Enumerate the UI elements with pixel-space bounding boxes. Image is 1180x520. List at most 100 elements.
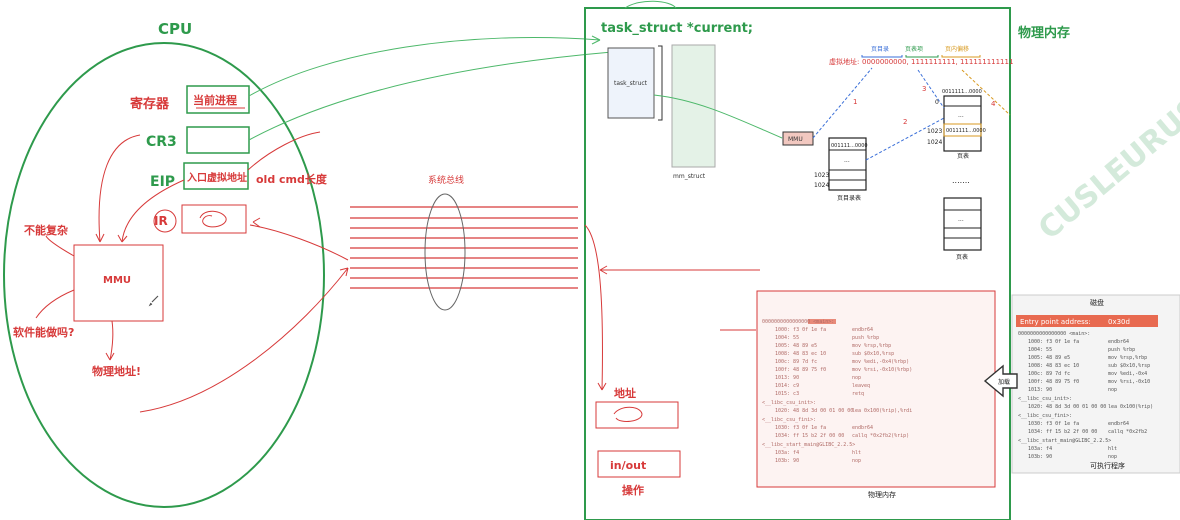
page-table-1-row-1: 1023 bbox=[927, 128, 942, 135]
eip-note: old cmd长度 bbox=[256, 172, 328, 186]
disk-entry-label: Entry point address: bbox=[1020, 318, 1091, 326]
svg-text:100f: 48 89 75 f0: 100f: 48 89 75 f0 bbox=[775, 367, 826, 373]
svg-text:1008: 48 83 ec 10: 1008: 48 83 ec 10 bbox=[775, 351, 826, 357]
svg-text:lea 0x100(%rip): lea 0x100(%rip) bbox=[1108, 404, 1153, 410]
mmu-small-label: MMU bbox=[788, 136, 803, 143]
page-directory-top: 001111...0000 bbox=[831, 143, 868, 149]
page-table-2-middle: ... bbox=[958, 216, 964, 223]
svg-text:<__libc_csu_fini>:: <__libc_csu_fini>: bbox=[762, 417, 816, 423]
page-table-2-label: 页表 bbox=[956, 253, 968, 261]
svg-text:endbr64: endbr64 bbox=[1108, 339, 1129, 345]
svg-text:callq *0x2fb2(%rip): callq *0x2fb2(%rip) bbox=[852, 433, 909, 439]
svg-text:mov %rsp,%rbp: mov %rsp,%rbp bbox=[1108, 355, 1147, 361]
load-label: 加载 bbox=[998, 378, 1010, 386]
eip-label: EIP bbox=[150, 174, 175, 190]
svg-text:1000: f3 0f 1e fa: 1000: f3 0f 1e fa bbox=[775, 327, 826, 333]
svg-text:1008: 48 83 ec 10: 1008: 48 83 ec 10 bbox=[1028, 363, 1079, 369]
address-label: 地址 bbox=[614, 386, 636, 400]
va-header-1: 页表项 bbox=[905, 45, 923, 53]
svg-text:hlt: hlt bbox=[1108, 446, 1117, 452]
svg-text:1000: f3 0f 1e fa: 1000: f3 0f 1e fa bbox=[1028, 339, 1079, 345]
address-scribble bbox=[613, 406, 643, 422]
disk-entry-value: 0x30d bbox=[1108, 318, 1130, 326]
svg-text:1013: 90: 1013: 90 bbox=[1028, 387, 1052, 393]
arrow-number-4: 4 bbox=[991, 100, 996, 108]
note-physical-address: 物理地址! bbox=[92, 364, 141, 378]
page-table-1-row-value: 0011111...0000 bbox=[946, 128, 986, 134]
page-directory-middle: ... bbox=[844, 157, 850, 164]
svg-text:1015: c3: 1015: c3 bbox=[775, 391, 799, 397]
diagram-canvas: CPU 寄存器 当前进程 CR3 EIP 入口虚拟地址 old cmd长度 IR… bbox=[3, 0, 1180, 520]
register-value: 当前进程 bbox=[193, 93, 237, 107]
svg-text:callq *0x2fb2: callq *0x2fb2 bbox=[1108, 429, 1147, 435]
task-struct-box-label: task_struct bbox=[614, 80, 648, 87]
svg-text:100c: 89 7d fc: 100c: 89 7d fc bbox=[775, 359, 817, 365]
svg-text:103b: 90: 103b: 90 bbox=[775, 458, 799, 464]
inout-label: in/out bbox=[610, 459, 646, 472]
svg-text:mov %rsi,-0x10(%rbp): mov %rsi,-0x10(%rbp) bbox=[852, 367, 912, 373]
svg-text:1005: 48 89 e5: 1005: 48 89 e5 bbox=[1028, 355, 1070, 361]
page-directory-row-1: 1024 bbox=[814, 182, 829, 189]
operation-label: 操作 bbox=[622, 483, 644, 497]
mm-struct-box-label: mm_struct bbox=[673, 173, 706, 180]
svg-text:hlt: hlt bbox=[852, 450, 861, 456]
svg-text:1034: ff 15 b2 2f 00 00: 1034: ff 15 b2 2f 00 00 bbox=[775, 433, 844, 439]
page-table-2 bbox=[943, 197, 982, 251]
system-bus-ellipse bbox=[424, 193, 466, 311]
memory-panel-label: 物理内存 bbox=[868, 490, 896, 499]
cpu-title: CPU bbox=[158, 20, 192, 38]
page-table-1-top: 0011111...0000 bbox=[942, 89, 982, 95]
svg-text:<__libc_csu_init>:: <__libc_csu_init>: bbox=[762, 400, 816, 406]
mmu-label: MMU bbox=[103, 275, 131, 286]
svg-text:mov %rsp,%rbp: mov %rsp,%rbp bbox=[852, 343, 891, 349]
svg-text:lea 0x100(%rip),%rdi: lea 0x100(%rip),%rdi bbox=[852, 408, 912, 414]
svg-text:endbr64: endbr64 bbox=[852, 425, 873, 431]
svg-text:1004: 55: 1004: 55 bbox=[1028, 347, 1052, 353]
task-struct-title: task_struct *current; bbox=[601, 21, 753, 36]
va-header-2: 页内偏移 bbox=[945, 45, 969, 53]
address-box bbox=[595, 401, 679, 429]
svg-text:100f: 48 89 75 f0: 100f: 48 89 75 f0 bbox=[1028, 379, 1079, 385]
tables-ellipsis: ....... bbox=[952, 176, 970, 185]
disk-title: 磁盘 bbox=[1090, 298, 1104, 307]
svg-text:1020: 48 8d 3d 00 01 00 00: 1020: 48 8d 3d 00 01 00 00 bbox=[775, 408, 853, 414]
arrow-number-3: 3 bbox=[922, 85, 926, 93]
mm-struct-box bbox=[671, 44, 716, 168]
eip-value: 入口虚拟地址 bbox=[187, 171, 247, 184]
svg-text:<__libc_csu_fini>:: <__libc_csu_fini>: bbox=[1018, 413, 1072, 419]
svg-text:1013: 90: 1013: 90 bbox=[775, 375, 799, 381]
svg-text:nop: nop bbox=[852, 375, 861, 381]
svg-text:retq: retq bbox=[852, 391, 864, 397]
svg-text:<__libc_csu_init>:: <__libc_csu_init>: bbox=[1018, 396, 1072, 402]
svg-text:100c: 89 7d fc: 100c: 89 7d fc bbox=[1028, 371, 1070, 377]
ir-box bbox=[181, 204, 247, 234]
page-directory-row-0: 1023 bbox=[814, 172, 829, 179]
svg-text:0000000000000000 <main>:: 0000000000000000 <main>: bbox=[1018, 331, 1090, 337]
svg-text:sub $0x10,%rsp: sub $0x10,%rsp bbox=[852, 351, 894, 357]
svg-text:nop: nop bbox=[1108, 387, 1117, 393]
svg-text:nop: nop bbox=[852, 458, 861, 464]
svg-text:1030: f3 0f 1e fa: 1030: f3 0f 1e fa bbox=[775, 425, 826, 431]
register-label: 寄存器 bbox=[130, 96, 170, 112]
svg-text:<__libc_start_main@GLIBC_2.2.5: <__libc_start_main@GLIBC_2.2.5> bbox=[1018, 438, 1111, 444]
svg-text:1004: 55: 1004: 55 bbox=[775, 335, 799, 341]
svg-text:push %rbp: push %rbp bbox=[1108, 347, 1135, 353]
disk-panel-label: 可执行程序 bbox=[1090, 461, 1125, 470]
svg-text:1005: 48 89 e5: 1005: 48 89 e5 bbox=[775, 343, 817, 349]
note-not-complex: 不能复杂 bbox=[24, 223, 68, 237]
cr3-box bbox=[186, 126, 250, 154]
pencil-icon bbox=[148, 295, 159, 307]
system-bus-label: 系统总线 bbox=[428, 174, 464, 186]
svg-text:1020: 48 8d 3d 00 01 00 00: 1020: 48 8d 3d 00 01 00 00 bbox=[1028, 404, 1106, 410]
svg-text:1034: ff 15 b2 2f 00 00: 1034: ff 15 b2 2f 00 00 bbox=[1028, 429, 1097, 435]
arrow-number-1: 1 bbox=[853, 98, 857, 106]
svg-text:103a: f4: 103a: f4 bbox=[775, 450, 799, 456]
svg-text:sub $0x10,%rsp: sub $0x10,%rsp bbox=[1108, 363, 1150, 369]
cpu-boundary bbox=[3, 42, 325, 508]
memory-red-arrows bbox=[584, 224, 760, 391]
svg-text:endbr64: endbr64 bbox=[852, 327, 873, 333]
ir-scribble bbox=[199, 210, 227, 228]
watermark: CUSLEURUS bbox=[1032, 91, 1180, 247]
page-directory-label: 页目录表 bbox=[837, 194, 861, 202]
page-table-1-row-2: 1024 bbox=[927, 139, 942, 146]
